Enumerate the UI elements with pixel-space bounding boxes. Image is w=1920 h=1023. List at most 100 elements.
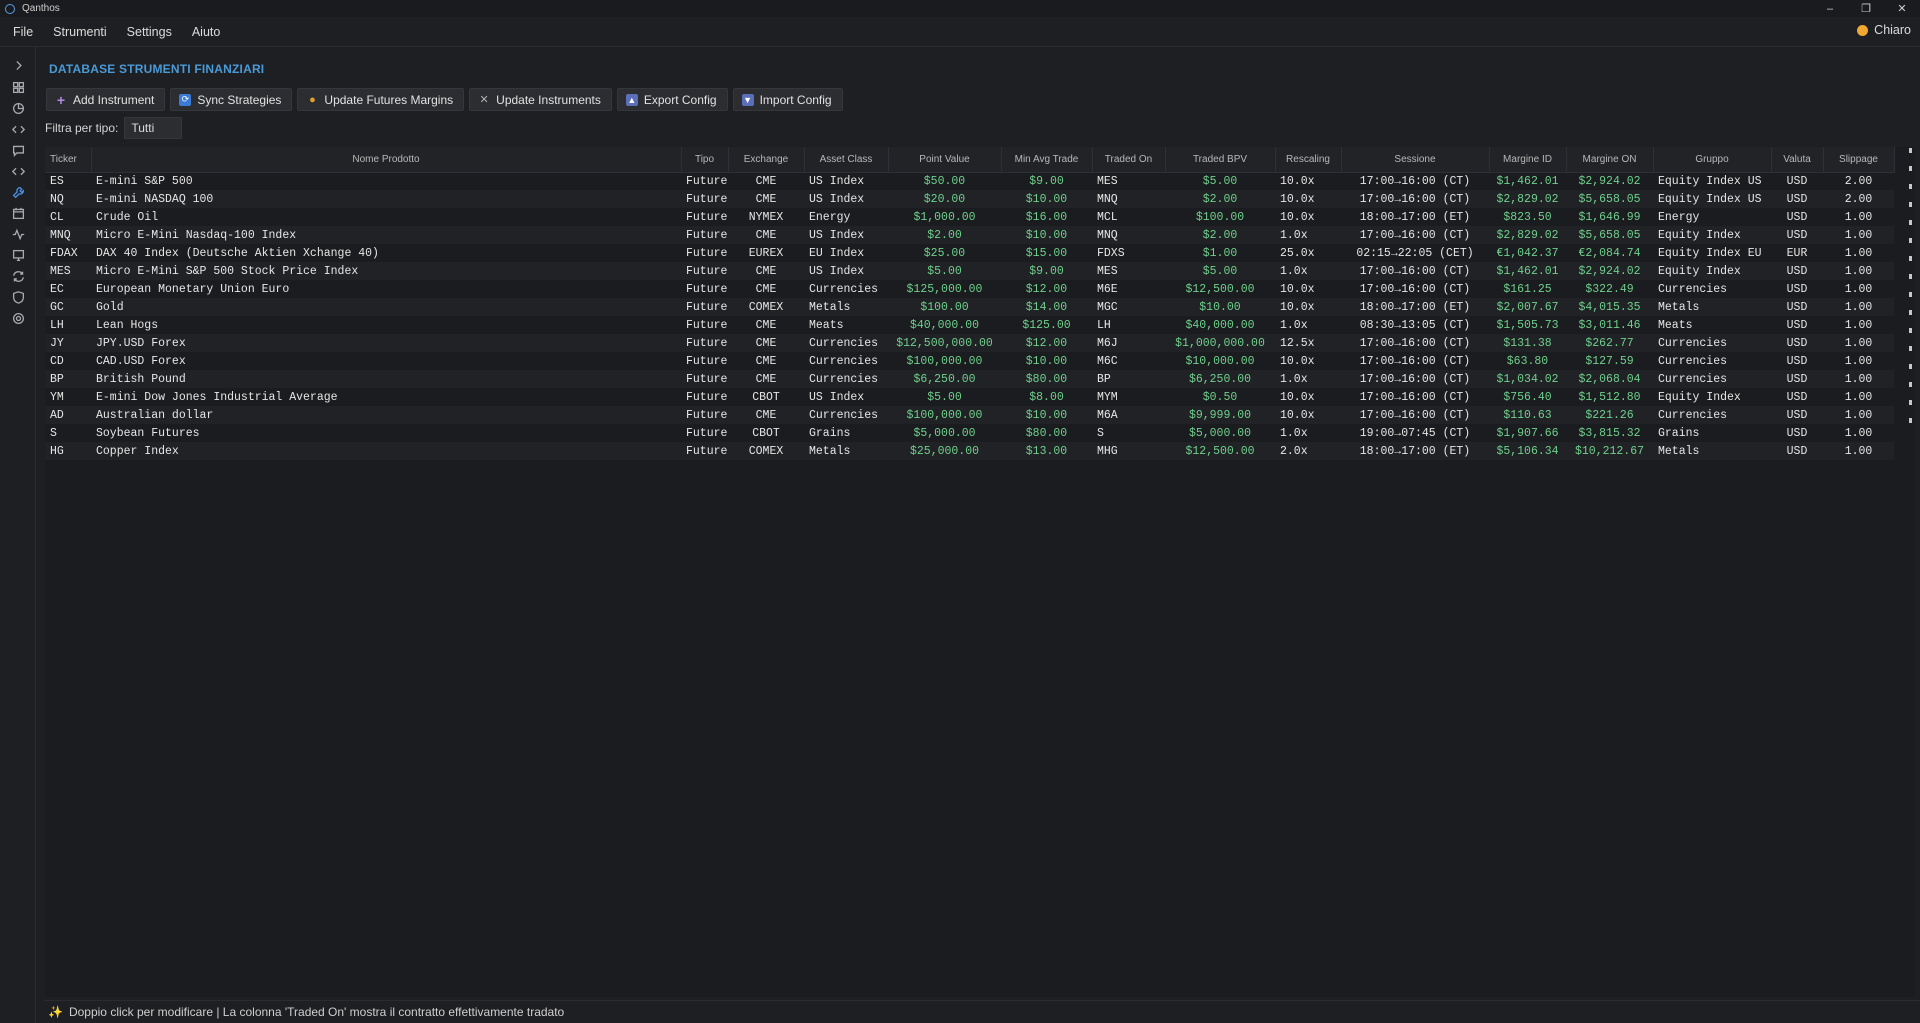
table-cell[interactable]: $20.00 bbox=[888, 190, 1001, 208]
table-cell[interactable]: $14.00 bbox=[1001, 298, 1092, 316]
table-cell[interactable]: $5,000.00 bbox=[1165, 424, 1275, 442]
table-cell[interactable]: USD bbox=[1771, 424, 1823, 442]
table-cell[interactable]: US Index bbox=[804, 262, 888, 280]
table-cell[interactable]: 10.0x bbox=[1275, 172, 1341, 190]
column-header-ticker[interactable]: Ticker bbox=[45, 147, 92, 173]
table-cell[interactable]: Copper Index bbox=[91, 442, 681, 460]
table-cell[interactable]: CBOT bbox=[728, 424, 804, 442]
table-cell[interactable]: $12.00 bbox=[1001, 280, 1092, 298]
table-cell[interactable]: $0.50 bbox=[1165, 388, 1275, 406]
table-cell[interactable]: $125,000.00 bbox=[888, 280, 1001, 298]
table-cell[interactable]: 2.00 bbox=[1823, 190, 1894, 208]
table-row[interactable]: JY JPY.USD Forex Future CME Currencies $12,50… bbox=[45, 334, 1894, 352]
table-cell[interactable]: 1.00 bbox=[1823, 262, 1894, 280]
column-header-exchange[interactable]: Exchange bbox=[728, 147, 805, 173]
table-cell[interactable]: NYMEX bbox=[728, 208, 804, 226]
table-cell[interactable]: AD bbox=[45, 406, 91, 424]
table-cell[interactable]: Currencies bbox=[804, 406, 888, 424]
table-cell[interactable]: Currencies bbox=[1653, 352, 1771, 370]
table-cell[interactable]: $12,500.00 bbox=[1165, 442, 1275, 460]
table-cell[interactable]: 17:00→16:00 (CT) bbox=[1341, 370, 1489, 388]
chat-icon[interactable] bbox=[10, 142, 26, 158]
table-cell[interactable]: $2,007.67 bbox=[1489, 298, 1566, 316]
table-cell[interactable]: CME bbox=[728, 262, 804, 280]
table-row[interactable]: NQ E-mini NASDAQ 100 Future CME US Index $20.… bbox=[45, 190, 1894, 208]
table-cell[interactable]: $5,658.05 bbox=[1566, 226, 1653, 244]
table-cell[interactable]: $161.25 bbox=[1489, 280, 1566, 298]
table-cell[interactable]: $5,658.05 bbox=[1566, 190, 1653, 208]
table-cell[interactable]: 17:00→16:00 (CT) bbox=[1341, 388, 1489, 406]
table-cell[interactable]: 1.0x bbox=[1275, 262, 1341, 280]
table-cell[interactable]: FDXS bbox=[1092, 244, 1165, 262]
table-cell[interactable]: $5.00 bbox=[888, 262, 1001, 280]
table-cell[interactable]: $10,000.00 bbox=[1165, 352, 1275, 370]
table-cell[interactable]: Future bbox=[681, 388, 728, 406]
table-cell[interactable]: CME bbox=[728, 370, 804, 388]
table-cell[interactable]: MES bbox=[45, 262, 91, 280]
table-cell[interactable]: $12.00 bbox=[1001, 334, 1092, 352]
table-cell[interactable]: $100.00 bbox=[1165, 208, 1275, 226]
table-cell[interactable]: 17:00→16:00 (CT) bbox=[1341, 352, 1489, 370]
table-cell[interactable]: COMEX bbox=[728, 442, 804, 460]
table-cell[interactable]: M6A bbox=[1092, 406, 1165, 424]
table-cell[interactable]: 2.0x bbox=[1275, 442, 1341, 460]
column-header-slippage[interactable]: Slippage bbox=[1823, 147, 1895, 173]
column-header-nome-prodotto[interactable]: Nome Prodotto bbox=[91, 147, 682, 173]
theme-toggle[interactable]: Chiaro bbox=[1857, 23, 1911, 37]
table-cell[interactable]: $125.00 bbox=[1001, 316, 1092, 334]
table-cell[interactable]: 08:30→13:05 (CT) bbox=[1341, 316, 1489, 334]
table-cell[interactable]: $127.59 bbox=[1566, 352, 1653, 370]
table-cell[interactable]: Future bbox=[681, 190, 728, 208]
table-cell[interactable]: Future bbox=[681, 208, 728, 226]
table-cell[interactable]: $2,924.02 bbox=[1566, 172, 1653, 190]
table-cell[interactable]: Currencies bbox=[804, 280, 888, 298]
table-cell[interactable]: $5,000.00 bbox=[888, 424, 1001, 442]
table-cell[interactable]: $1,000.00 bbox=[888, 208, 1001, 226]
table-cell[interactable]: Australian dollar bbox=[91, 406, 681, 424]
table-row[interactable]: MNQ Micro E-Mini Nasdaq-100 Index Future CM… bbox=[45, 226, 1894, 244]
table-cell[interactable]: 10.0x bbox=[1275, 352, 1341, 370]
table-row[interactable]: AD Australian dollar Future CME Currencies $1… bbox=[45, 406, 1894, 424]
minimize-icon[interactable]: – bbox=[1812, 0, 1848, 17]
table-row[interactable]: S Soybean Futures Future CBOT Grains $5,000.0… bbox=[45, 424, 1894, 442]
table-cell[interactable]: 10.0x bbox=[1275, 406, 1341, 424]
table-cell[interactable]: BP bbox=[45, 370, 91, 388]
table-cell[interactable]: $3,011.46 bbox=[1566, 316, 1653, 334]
table-cell[interactable]: YM bbox=[45, 388, 91, 406]
table-cell[interactable]: 17:00→16:00 (CT) bbox=[1341, 280, 1489, 298]
table-cell[interactable]: MNQ bbox=[1092, 190, 1165, 208]
table-cell[interactable]: JY bbox=[45, 334, 91, 352]
table-cell[interactable]: $1,034.02 bbox=[1489, 370, 1566, 388]
column-header-valuta[interactable]: Valuta bbox=[1771, 147, 1824, 173]
table-cell[interactable]: CME bbox=[728, 190, 804, 208]
table-cell[interactable]: 10.0x bbox=[1275, 208, 1341, 226]
table-cell[interactable]: EUR bbox=[1771, 244, 1823, 262]
table-cell[interactable]: $10.00 bbox=[1165, 298, 1275, 316]
table-cell[interactable]: USD bbox=[1771, 334, 1823, 352]
table-cell[interactable]: $756.40 bbox=[1489, 388, 1566, 406]
table-cell[interactable]: $9.00 bbox=[1001, 262, 1092, 280]
table-cell[interactable]: 1.0x bbox=[1275, 316, 1341, 334]
table-cell[interactable]: 1.00 bbox=[1823, 424, 1894, 442]
table-cell[interactable]: $15.00 bbox=[1001, 244, 1092, 262]
table-cell[interactable]: Future bbox=[681, 298, 728, 316]
table-cell[interactable]: CME bbox=[728, 172, 804, 190]
table-cell[interactable]: $1.00 bbox=[1165, 244, 1275, 262]
table-cell[interactable]: $131.38 bbox=[1489, 334, 1566, 352]
monitor-icon[interactable] bbox=[10, 247, 26, 263]
table-cell[interactable]: Energy bbox=[804, 208, 888, 226]
table-cell[interactable]: Future bbox=[681, 226, 728, 244]
table-cell[interactable]: MES bbox=[1092, 262, 1165, 280]
maximize-icon[interactable]: ❐ bbox=[1848, 0, 1884, 17]
table-cell[interactable]: 12.5x bbox=[1275, 334, 1341, 352]
table-cell[interactable]: $3,815.32 bbox=[1566, 424, 1653, 442]
table-cell[interactable]: EUREX bbox=[728, 244, 804, 262]
table-cell[interactable]: USD bbox=[1771, 406, 1823, 424]
menu-file[interactable]: File bbox=[6, 25, 40, 39]
table-row[interactable]: ES E-mini S&P 500 Future CME US Index $50.00 $… bbox=[45, 172, 1894, 190]
table-cell[interactable]: USD bbox=[1771, 190, 1823, 208]
table-row[interactable]: GC Gold Future COMEX Metals $100.00 $14.00 MGC $… bbox=[45, 298, 1894, 316]
column-header-tipo[interactable]: Tipo bbox=[681, 147, 729, 173]
table-cell[interactable]: $40,000.00 bbox=[1165, 316, 1275, 334]
table-cell[interactable]: USD bbox=[1771, 370, 1823, 388]
